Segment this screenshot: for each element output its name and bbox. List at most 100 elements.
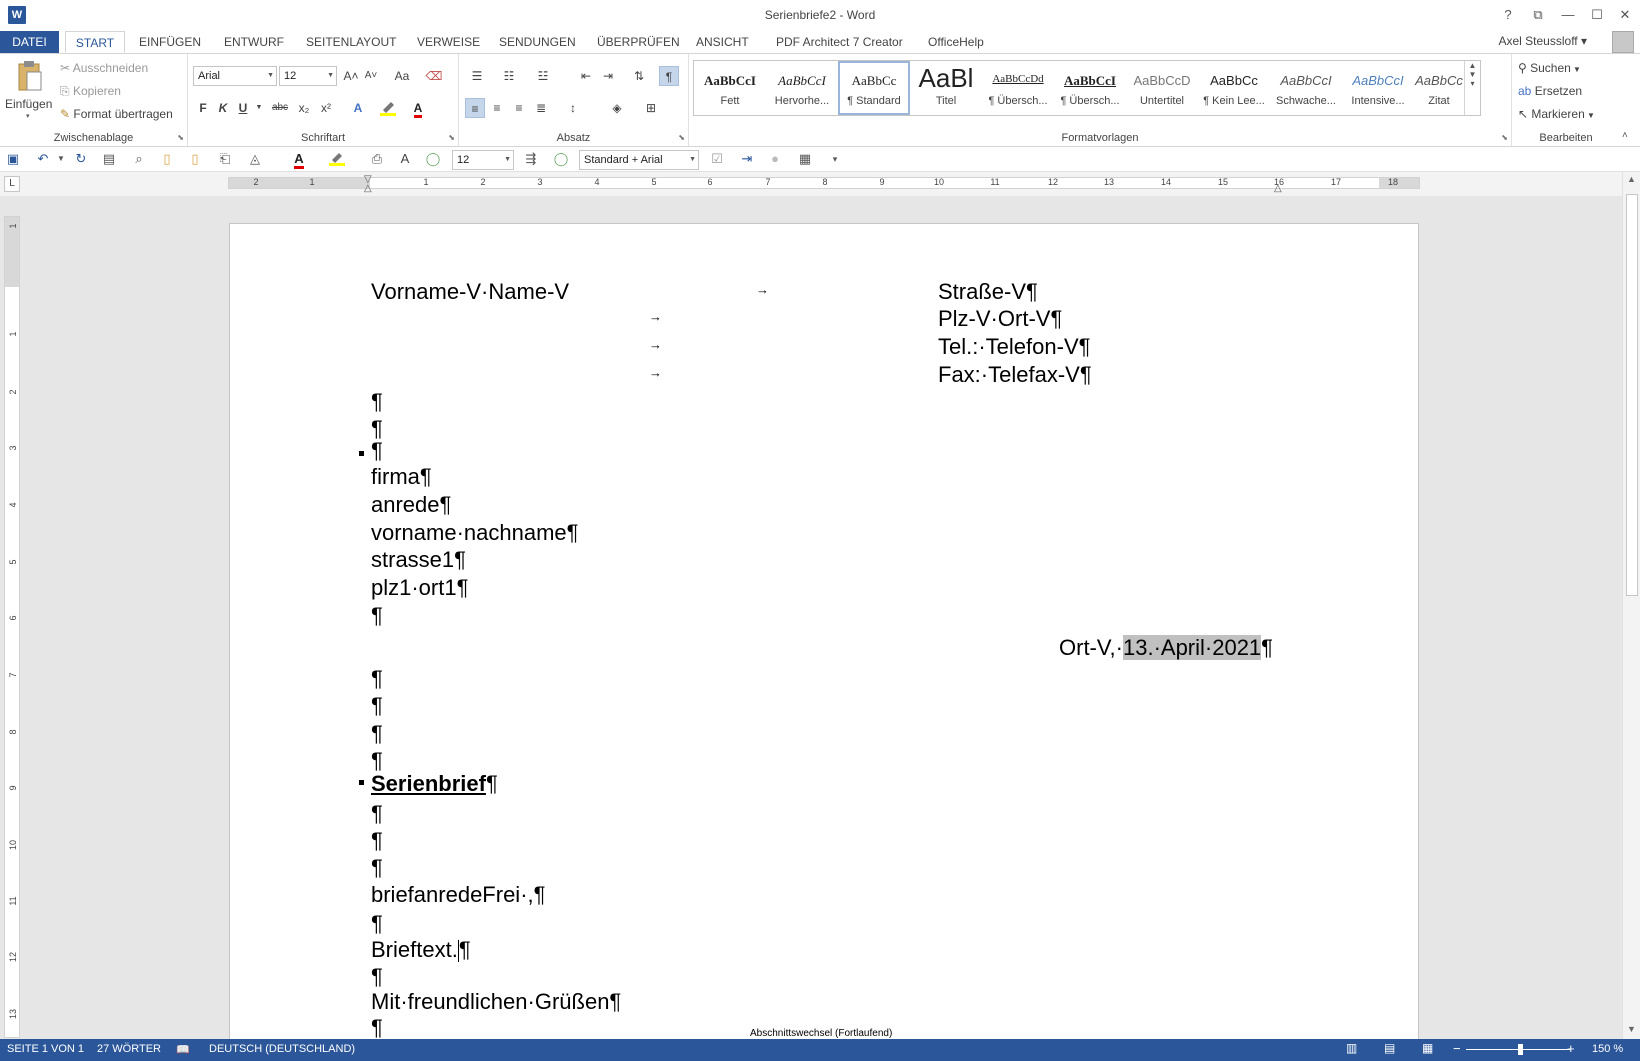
merge-field-strasse[interactable]: strasse1¶ [371,546,466,573]
read-mode-icon[interactable]: ▥ [1346,1041,1357,1055]
fill-color-icon[interactable]: ◬ [246,150,264,168]
empty-paragraph[interactable]: ¶ [371,963,383,990]
help-icon[interactable]: ? [1497,4,1519,26]
scroll-down-icon[interactable]: ▼ [1627,1024,1636,1034]
paste-special-icon[interactable]: ⎗ [216,150,234,168]
body-text-line[interactable]: Brieftext.¶ [371,936,471,963]
find-button[interactable]: ⚲ Suchen ▼ [1518,61,1581,75]
strikethrough-button[interactable]: abc [268,98,292,118]
style-hervorhebung[interactable]: AaBbCcI Hervorhe... [766,61,838,115]
web-layout-icon[interactable]: ▦ [1422,1041,1433,1055]
page-view-icon[interactable]: ▤ [100,150,118,168]
collapse-ribbon-icon[interactable]: ˄ [1622,130,1628,141]
tab-einfuegen[interactable]: EINFÜGEN [131,31,209,53]
empty-paragraph[interactable]: ¶ [371,800,383,827]
new-document-icon[interactable]: ▯ [158,150,176,168]
styles-launcher-icon[interactable]: ⬊ [1501,133,1508,142]
undo-icon[interactable]: ↶ [34,150,52,168]
font-name-combo[interactable]: Arial ▼ [193,66,277,86]
style-kein-leerraum[interactable]: AaBbCc ¶ Kein Lee... [1198,61,1270,115]
text-a-icon[interactable]: A [396,150,414,168]
merge-field-name[interactable]: vorname·nachname¶ [371,519,578,546]
empty-paragraph[interactable]: ¶ [371,692,383,719]
qat-style-combo[interactable]: Standard + Arial ▼ [579,150,699,170]
paragraph-launcher-icon[interactable]: ⬊ [678,133,685,142]
print-preview-icon[interactable]: ⌕ [130,150,148,168]
italic-button[interactable]: K [213,98,233,118]
decrease-indent-icon[interactable]: ⇤ [576,66,596,86]
shrink-font-button[interactable]: A˅ [361,66,381,86]
undo-dropdown-icon[interactable]: ▼ [52,150,70,168]
circle-green-icon[interactable]: ◯ [424,150,442,168]
empty-paragraph[interactable]: ¶ [371,665,383,692]
style-zitat[interactable]: AaBbCc Zitat [1414,61,1464,115]
clear-formatting-icon[interactable]: ⌫ [424,66,444,86]
save-icon[interactable]: ▣ [4,150,22,168]
vertical-scrollbar[interactable]: ▲ ▼ [1622,172,1640,1039]
closing-line[interactable]: Mit·freundlichen·Grüßen¶ [371,988,621,1015]
shading-icon[interactable]: ◈ [607,98,627,118]
replace-button[interactable]: ab Ersetzen [1518,84,1582,98]
hanging-indent-marker[interactable]: △ [364,183,372,194]
close-button[interactable]: ✕ [1614,4,1636,26]
subject-line[interactable]: Serienbrief¶ [371,770,498,797]
pdf-create-icon[interactable]: ⎙ [368,150,386,168]
style-fett[interactable]: AaBbCcI Fett [694,61,766,115]
tab-entwurf[interactable]: ENTWURF [216,31,292,53]
sender-tel[interactable]: Tel.:·Telefon-V¶ [938,333,1090,360]
text-effects-icon[interactable]: A [348,98,368,118]
customize-qat-icon[interactable]: ▾ [826,150,844,168]
sender-name[interactable]: Vorname-V·Name-V [371,278,569,305]
layout-icon[interactable]: ▦ [796,150,814,168]
salutation-field[interactable]: briefanredeFrei·,¶ [371,881,545,908]
merge-field-plz-ort[interactable]: plz1·ort1¶ [371,574,468,601]
justify-icon[interactable]: ≣ [531,98,551,118]
multilevel-list-icon[interactable]: ☳ [533,66,553,86]
font-size-combo[interactable]: 12 ▼ [279,66,337,86]
check-document-icon[interactable]: ☑ [708,150,726,168]
increase-indent-icon[interactable]: ⇥ [598,66,618,86]
empty-paragraph[interactable]: ¶ [371,910,383,937]
highlighter-icon[interactable] [378,98,398,118]
borders-icon[interactable]: ⊞ [641,98,661,118]
zoom-slider-knob[interactable] [1518,1044,1523,1055]
empty-paragraph[interactable]: ¶ [371,602,383,629]
qat-font-size-combo[interactable]: 12 ▼ [452,150,514,170]
line-spacing-icon[interactable]: ↕ [563,98,583,118]
copy-button[interactable]: ⎘ Kopieren [60,84,121,99]
empty-paragraph[interactable]: ¶ [371,388,383,415]
empty-paragraph[interactable]: ¶ [371,827,383,854]
font-color-icon[interactable]: A [408,98,428,118]
word-count[interactable]: 27 WÖRTER [97,1043,161,1055]
clipboard-launcher-icon[interactable]: ⬊ [177,133,184,142]
align-center-icon[interactable]: ≡ [487,98,507,118]
underline-dropdown-icon[interactable]: ▼ [253,98,265,118]
date-field[interactable]: 13.·April·2021 [1122,635,1262,660]
tab-officehelp[interactable]: OfficeHelp [920,31,992,53]
redo-icon[interactable]: ↻ [72,150,90,168]
style-schwache-hervorhebung[interactable]: AaBbCcI Schwache... [1270,61,1342,115]
show-formatting-marks-button[interactable]: ¶ [659,66,679,86]
select-button[interactable]: ↖ Markieren ▼ [1518,107,1595,121]
bold-button[interactable]: F [193,98,213,118]
empty-paragraph[interactable]: ¶ [371,854,383,881]
zoom-out-button[interactable]: − [1453,1041,1461,1056]
insert-icon[interactable]: ⇥ [738,150,756,168]
merge-field-anrede[interactable]: anrede¶ [371,491,451,518]
style-ueberschrift-2[interactable]: AaBbCcI ¶ Übersch... [1054,61,1126,115]
horizontal-ruler[interactable]: 2 1 1 2 3 4 5 6 7 8 9 10 11 12 13 14 15 16 17 18 ▽ △ △ [228,174,1420,194]
paragraph-format-icon[interactable]: ⇶ [522,150,540,168]
grow-font-button[interactable]: A˄ [341,66,361,86]
style-ueberschrift-1[interactable]: AaBbCcDd ¶ Übersch... [982,61,1054,115]
tab-selector[interactable]: L [4,176,20,192]
merge-field-firma[interactable]: firma¶ [371,463,432,490]
empty-paragraph[interactable]: ¶ [371,1014,383,1039]
change-case-button[interactable]: Aa [388,66,416,86]
sender-fax[interactable]: Fax:·Telefax-V¶ [938,361,1092,388]
circle-green-icon[interactable]: ◯ [552,150,570,168]
zoom-level[interactable]: 150 % [1592,1043,1623,1055]
format-painter-button[interactable]: ✎ Format übertragen [60,107,173,121]
zoom-in-button[interactable]: + [1567,1041,1575,1056]
page-count[interactable]: SEITE 1 VON 1 [7,1043,84,1055]
tab-datei[interactable]: DATEI [0,31,59,53]
